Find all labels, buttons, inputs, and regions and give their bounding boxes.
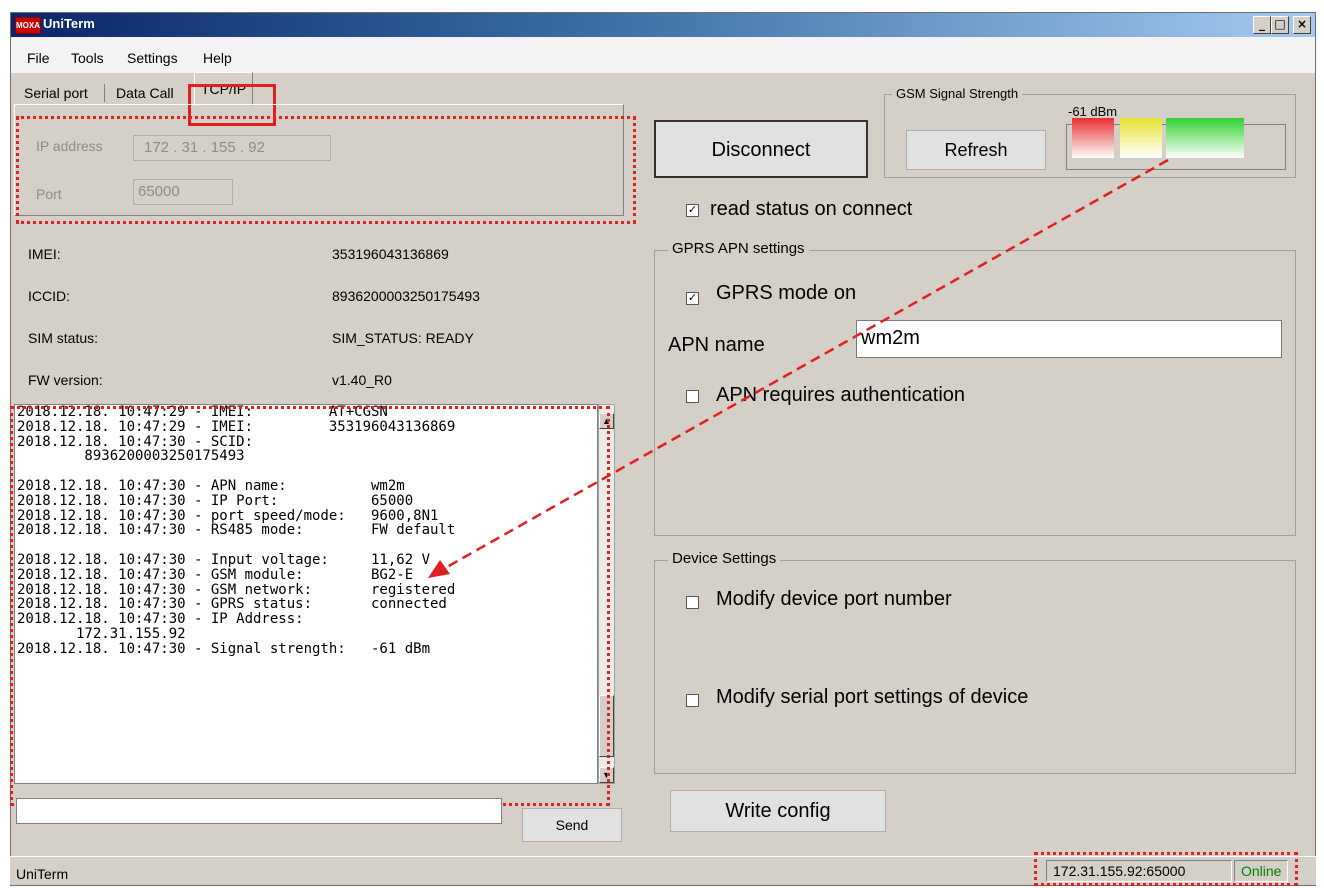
annotation-arrow	[428, 158, 1169, 578]
